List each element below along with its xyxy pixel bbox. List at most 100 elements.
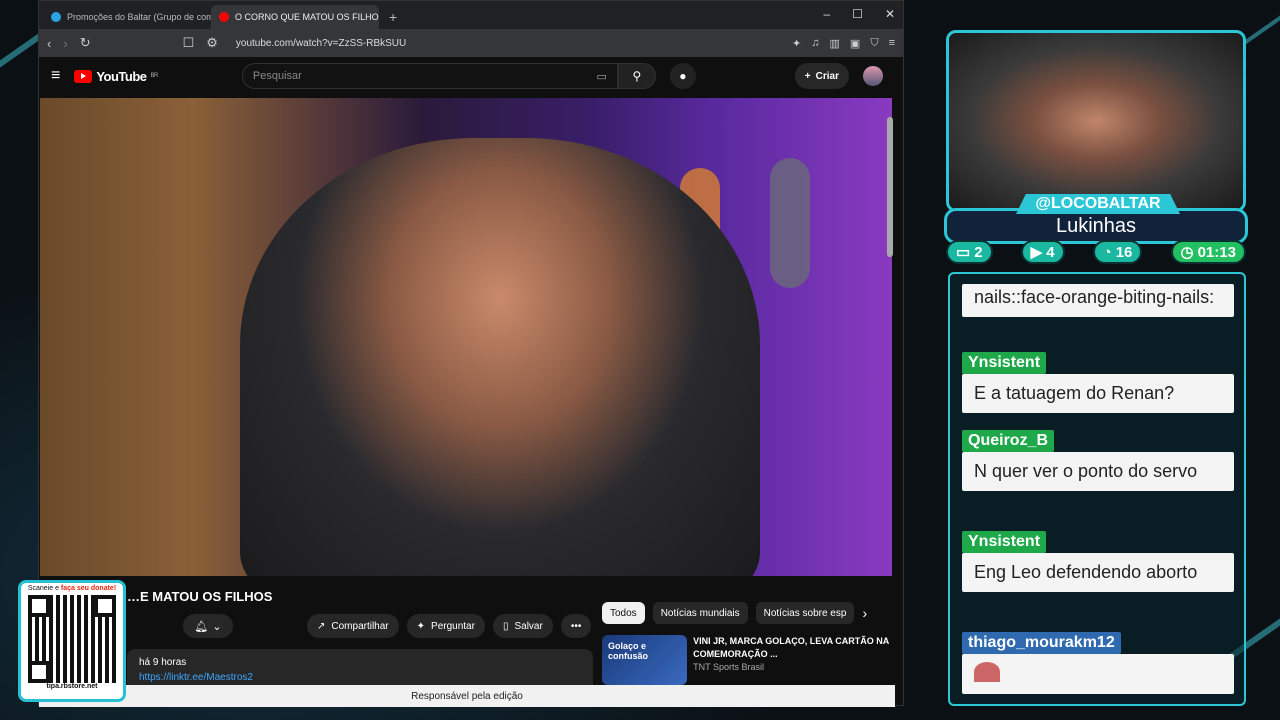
- video-player[interactable]: [40, 98, 892, 576]
- guitar-image: [770, 158, 810, 288]
- region-label: BR: [150, 73, 159, 79]
- more-button[interactable]: •••: [560, 614, 592, 638]
- forward-icon[interactable]: ›: [63, 36, 67, 51]
- youtube-viewers: ▶ 4: [1020, 240, 1065, 264]
- share-icon: ↗: [317, 620, 326, 632]
- reload-icon[interactable]: ↻: [80, 35, 91, 51]
- tab-youtube[interactable]: O CORNO QUE MATOU OS FILHOS - YouTube ✕: [211, 5, 379, 29]
- chat-message: Queiroz_B N quer ver o ponto do servo: [962, 430, 1234, 491]
- logo-text: YouTube: [96, 68, 147, 84]
- youtube-header: ≡ YouTube BR Pesquisar ▭ ⚲ ● + Criar: [39, 57, 895, 95]
- bell-icon: 🔔︎: [194, 620, 209, 633]
- streamer-handle: @LOCOBALTAR: [1016, 194, 1180, 214]
- create-label: Criar: [815, 70, 839, 82]
- wallet-icon[interactable]: ▣: [850, 37, 860, 50]
- chip-noticias-esportes[interactable]: Notícias sobre esp: [755, 602, 855, 624]
- share-button[interactable]: ↗ Compartilhar: [307, 614, 399, 638]
- search-placeholder: Pesquisar: [252, 70, 302, 82]
- close-window-button[interactable]: ✕: [885, 7, 895, 21]
- sidebar-icon[interactable]: ▥: [830, 37, 840, 50]
- address-toolbar: ‹ › ↻ ☐ ⚙ youtube.com/watch?v=ZzSS-RBkSU…: [39, 29, 903, 57]
- bookmark-icon: ▯: [502, 620, 509, 632]
- clock-icon: ◷: [1180, 244, 1194, 261]
- new-tab-button[interactable]: +: [389, 9, 397, 25]
- upload-time: há 9 horas: [139, 657, 187, 668]
- youtube-page: ≡ YouTube BR Pesquisar ▭ ⚲ ● + Criar …E …: [39, 57, 895, 707]
- scrollbar[interactable]: [887, 117, 893, 257]
- plus-icon: +: [804, 70, 811, 82]
- maximize-button[interactable]: ☐: [852, 7, 863, 21]
- hamburger-icon[interactable]: ≡: [51, 67, 60, 85]
- tab-title: Promoções do Baltar (Grupo de comentário…: [67, 12, 211, 22]
- window-controls: – ☐ ✕: [823, 7, 895, 21]
- info-bar: Responsável pela edição: [39, 685, 895, 707]
- chat-message: nails::face-orange-biting-nails:: [962, 284, 1234, 317]
- chat-username: Ynsistent: [962, 352, 1047, 374]
- qr-code-icon: [28, 595, 116, 683]
- qr-caption: Scaneie e faça seu donate!: [21, 583, 123, 592]
- chip-todos[interactable]: Todos: [602, 602, 645, 624]
- search-icon: ⚲: [632, 69, 642, 83]
- search-input[interactable]: Pesquisar ▭: [241, 63, 618, 89]
- microphone-icon: ●: [679, 69, 687, 83]
- chat-count: 16: [1115, 243, 1133, 261]
- webcam-feed: [946, 30, 1246, 212]
- qr-url: tipa.rbstore.net: [46, 683, 98, 690]
- timer-value: 01:13: [1197, 243, 1236, 261]
- youtube-logo[interactable]: YouTube BR: [74, 69, 158, 84]
- chat-message-text: nails::face-orange-biting-nails:: [962, 284, 1234, 317]
- chat-message: thiago_mourakm12: [962, 632, 1234, 694]
- chat-message-text: Eng Leo defendendo aborto: [962, 553, 1234, 592]
- ask-label: Perguntar: [431, 620, 475, 632]
- chip-noticias-mundiais[interactable]: Notícias mundiais: [652, 602, 748, 624]
- create-button[interactable]: + Criar: [794, 63, 849, 89]
- twitch-count: 2: [974, 243, 983, 261]
- subscribe-bell-button[interactable]: 🔔︎ ⌄: [183, 614, 233, 638]
- presenter-image: [240, 138, 760, 576]
- media-icon[interactable]: ♫: [811, 37, 819, 50]
- stream-overlay: Promoções do Baltar (Grupo de comentário…: [0, 0, 1280, 720]
- chevron-right-icon[interactable]: ›: [862, 605, 867, 621]
- minimize-button[interactable]: –: [823, 7, 830, 21]
- search-button[interactable]: ⚲: [617, 63, 656, 89]
- twitch-icon: ▭: [956, 244, 971, 261]
- tab-bar: Promoções do Baltar (Grupo de comentário…: [39, 1, 903, 29]
- description-link[interactable]: https://linktr.ee/Maestros2: [139, 672, 581, 683]
- extensions-icon[interactable]: ✦: [792, 37, 801, 50]
- back-icon[interactable]: ‹: [47, 36, 51, 51]
- qr-caption-highlight: faça seu donate!: [60, 585, 117, 592]
- bookmark-icon[interactable]: ☐: [183, 35, 195, 51]
- recommended-thumbnail: Golaço e confusão: [602, 635, 688, 685]
- save-button[interactable]: ▯ Salvar: [492, 614, 553, 638]
- sparkle-icon: ✦: [416, 620, 426, 632]
- action-buttons: ↗ Compartilhar ✦ Perguntar ▯ Salvar •••: [307, 614, 592, 638]
- chat-username: Ynsistent: [962, 531, 1047, 553]
- save-label: Salvar: [514, 620, 543, 632]
- site-info-icon[interactable]: ⚙: [206, 35, 218, 51]
- chat-username: Queiroz_B: [962, 430, 1055, 452]
- url-field[interactable]: youtube.com/watch?v=ZzSS-RBkSUU: [236, 38, 406, 49]
- recommended-info: VINI JR, MARCA GOLAÇO, LEVA CARTÃO NA CO…: [693, 635, 892, 685]
- share-label: Compartilhar: [331, 620, 389, 632]
- tab-title: O CORNO QUE MATOU OS FILHOS - YouTube: [235, 12, 379, 22]
- ask-button[interactable]: ✦ Perguntar: [406, 614, 485, 638]
- keyboard-icon[interactable]: ▭: [596, 70, 606, 83]
- avatar[interactable]: [863, 66, 883, 86]
- recommended-video[interactable]: Golaço e confusão VINI JR, MARCA GOLAÇO,…: [602, 635, 892, 685]
- twitch-viewers: ▭ 2: [946, 240, 993, 264]
- qr-caption-text: Scaneie e: [27, 585, 61, 592]
- chat-viewers: ◔ 16: [1092, 240, 1143, 264]
- voice-search-button[interactable]: ●: [669, 63, 696, 89]
- shield-icon[interactable]: ⛉: [870, 37, 878, 50]
- emote-icon: [974, 662, 1000, 682]
- youtube-play-icon: [74, 69, 93, 83]
- tab-promocoes[interactable]: Promoções do Baltar (Grupo de comentário…: [43, 5, 211, 29]
- donation-qr-card: Scaneie e faça seu donate! tipa.rbstore.…: [18, 580, 126, 702]
- chat-message-image: [962, 654, 1234, 694]
- recommended-title: VINI JR, MARCA GOLAÇO, LEVA CARTÃO NA CO…: [693, 636, 889, 659]
- chat-message: Ynsistent Eng Leo defendendo aborto: [962, 531, 1234, 592]
- recommended-channel: TNT Sports Brasil: [693, 662, 764, 672]
- telegram-icon: [51, 12, 61, 22]
- menu-icon[interactable]: ≡: [889, 37, 895, 50]
- stream-stats: ▭ 2 ▶ 4 ◔ 16 ◷ 01:13: [946, 240, 1246, 264]
